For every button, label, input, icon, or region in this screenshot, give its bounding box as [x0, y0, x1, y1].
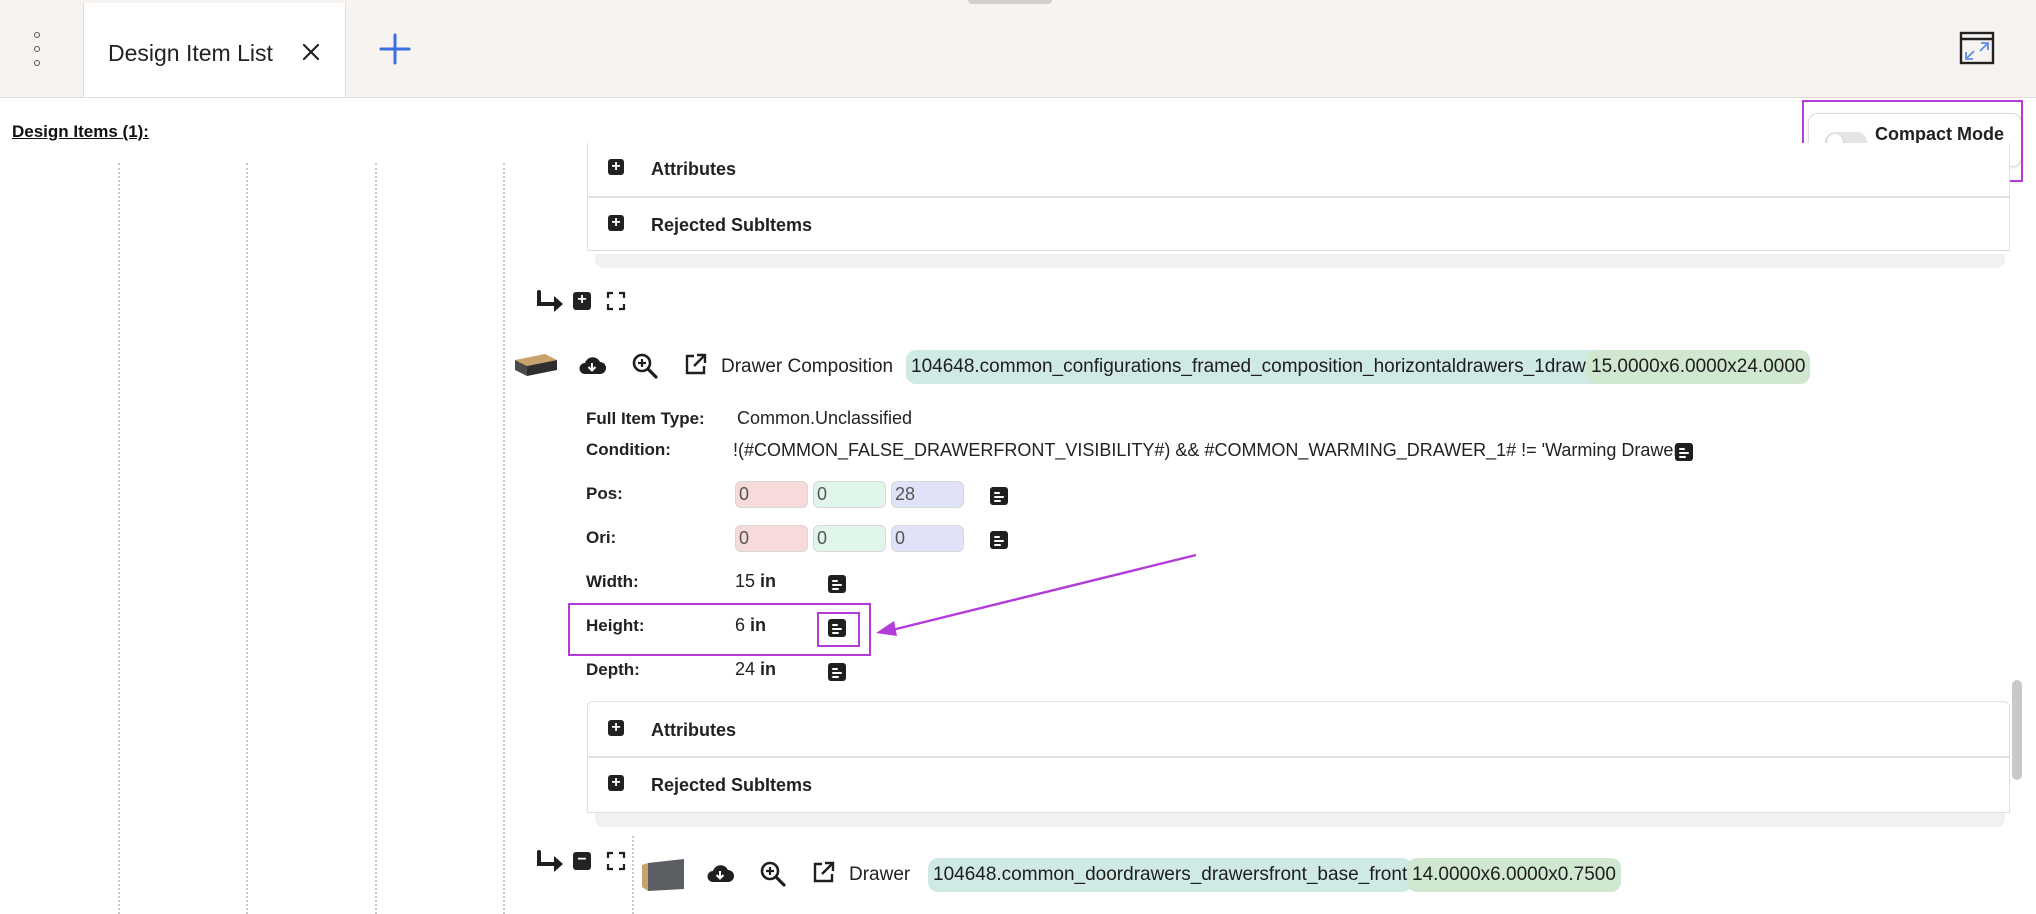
tree-guide-line [375, 163, 377, 914]
edit-expression-icon[interactable] [828, 663, 846, 681]
width-number: 15 [735, 571, 756, 591]
attributes-section[interactable]: + Attributes [587, 701, 2010, 757]
pos-y-input[interactable]: 0 [813, 481, 886, 508]
add-tab-plus-icon[interactable] [378, 32, 412, 66]
width-unit: in [760, 571, 777, 591]
tree-guide-line [503, 163, 505, 914]
edit-expression-icon[interactable] [1675, 443, 1693, 461]
child-branch-arrow-icon [537, 290, 563, 312]
tree-guide-line [632, 836, 634, 914]
item-name: Drawer Composition [721, 356, 894, 377]
window-drag-handle[interactable] [968, 0, 1052, 4]
height-label: Height: [586, 616, 645, 635]
rejected-subitems-label: Rejected SubItems [651, 775, 813, 795]
drawer-thumbnail-icon [515, 354, 557, 376]
condition-label: Condition: [586, 440, 671, 459]
zoom-in-icon[interactable] [760, 861, 786, 887]
section-footer [595, 813, 2005, 827]
height-value: 6 in [735, 615, 766, 636]
ori-z-input[interactable]: 0 [891, 525, 964, 552]
expand-plus-icon[interactable]: + [608, 720, 624, 736]
pos-x-input[interactable]: 0 [735, 481, 808, 508]
tab-design-item-list[interactable]: Design Item List [83, 3, 346, 97]
rejected-subitems-label: Rejected SubItems [651, 215, 813, 235]
ori-y-input[interactable]: 0 [813, 525, 886, 552]
attributes-label: Attributes [651, 720, 736, 740]
edit-expression-icon[interactable] [828, 575, 846, 593]
item-dimensions-chip: 14.0000x6.0000x0.7500 [1407, 858, 1621, 892]
expand-plus-icon[interactable]: + [608, 215, 624, 231]
width-value: 15 in [735, 571, 776, 592]
expand-window-icon[interactable] [1959, 31, 1995, 65]
design-items-count-title: Design Items (1): [12, 122, 149, 141]
attributes-section[interactable]: + Attributes [587, 143, 2010, 197]
full-item-type-value: Common.Unclassified [737, 408, 913, 428]
item-code-chip: 104648.common_configurations_framed_comp… [906, 350, 1608, 384]
attributes-label: Attributes [651, 159, 736, 179]
depth-value: 24 in [735, 659, 776, 680]
fullscreen-icon[interactable] [606, 851, 626, 871]
edit-expression-icon[interactable] [828, 619, 846, 637]
expand-plus-icon[interactable]: + [608, 775, 624, 791]
edit-expression-icon[interactable] [990, 531, 1008, 549]
zoom-in-icon[interactable] [632, 353, 658, 379]
rejected-subitems-section[interactable]: + Rejected SubItems [587, 197, 2010, 251]
section-footer [595, 254, 2005, 268]
drawer-front-thumbnail-icon [642, 859, 684, 891]
open-external-icon[interactable] [683, 353, 707, 377]
tree-guide-line [118, 163, 120, 914]
annotation-arrow [876, 553, 1196, 636]
close-icon[interactable] [300, 41, 322, 63]
item-dimensions-chip: 15.0000x6.0000x24.0000 [1586, 350, 1811, 384]
collapse-children-icon[interactable]: − [573, 852, 591, 870]
kebab-menu-icon[interactable] [22, 32, 52, 66]
depth-number: 24 [735, 659, 756, 679]
ori-x-input[interactable]: 0 [735, 525, 808, 552]
height-number: 6 [735, 615, 746, 635]
rejected-subitems-section[interactable]: + Rejected SubItems [587, 757, 2010, 813]
pos-label: Pos: [586, 484, 623, 503]
condition-value: !(#COMMON_FALSE_DRAWERFRONT_VISIBILITY#)… [733, 440, 1683, 460]
item-code-chip: 104648.common_doordrawers_drawersfront_b… [928, 858, 1413, 892]
full-item-type-label: Full Item Type: [586, 409, 705, 428]
open-external-icon[interactable] [811, 861, 835, 885]
child-branch-arrow-icon [537, 850, 563, 872]
depth-label: Depth: [586, 660, 640, 679]
pos-z-input[interactable]: 28 [891, 481, 964, 508]
cloud-download-icon[interactable] [577, 354, 607, 378]
edit-expression-icon[interactable] [990, 487, 1008, 505]
expand-children-icon[interactable]: + [573, 292, 591, 310]
vertical-scrollbar-thumb[interactable] [2012, 680, 2022, 780]
fullscreen-icon[interactable] [606, 291, 626, 311]
height-unit: in [750, 615, 767, 635]
ori-label: Ori: [586, 528, 617, 547]
width-label: Width: [586, 572, 639, 591]
depth-unit: in [760, 659, 777, 679]
item-name: Drawer [849, 864, 911, 885]
cloud-download-icon[interactable] [705, 862, 735, 886]
tab-label: Design Item List [108, 40, 273, 66]
expand-plus-icon[interactable]: + [608, 159, 624, 175]
tree-guide-line [246, 163, 248, 914]
